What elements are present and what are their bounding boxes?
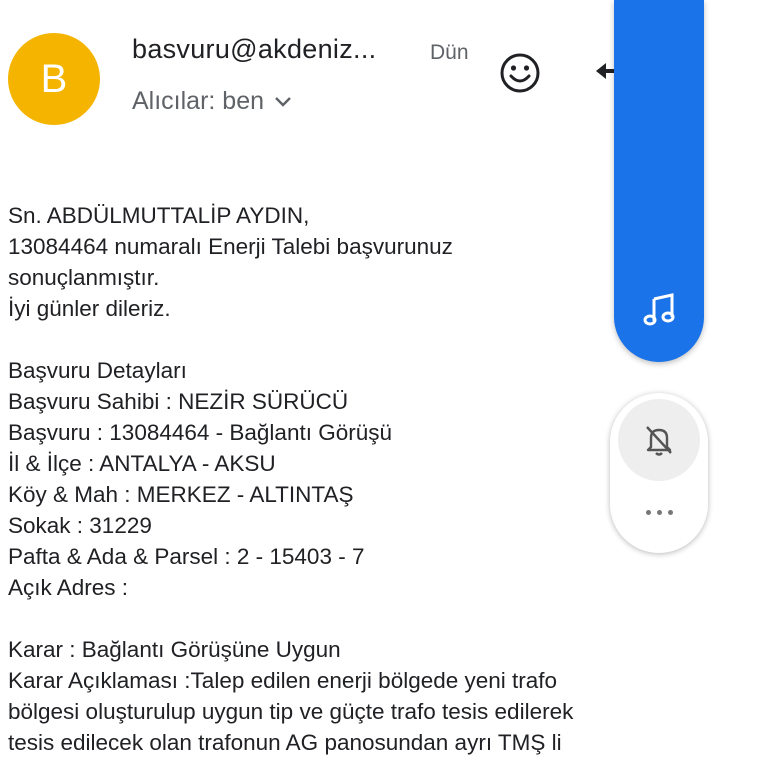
body-line: İl & İlçe : ANTALYA - AKSU — [8, 451, 276, 476]
email-body: Sn. ABDÜLMUTTALİP AYDIN, 13084464 numara… — [8, 200, 698, 758]
received-date: Dün — [430, 41, 469, 64]
avatar-letter: B — [40, 56, 68, 101]
body-line: İyi günler dileriz. — [8, 296, 171, 321]
media-volume-slider[interactable] — [614, 0, 704, 362]
body-line: Sn. ABDÜLMUTTALİP AYDIN, — [8, 203, 310, 228]
body-line: Karar : Bağlantı Görüşüne Uygun — [8, 637, 341, 662]
body-line: bölgesi oluşturulup uygun tip ve güçte t… — [8, 699, 574, 724]
body-line: Pafta & Ada & Parsel : 2 - 15403 - 7 — [8, 544, 365, 569]
more-horizontal-icon[interactable] — [634, 497, 684, 527]
body-line: Başvuru Detayları — [8, 358, 187, 383]
chevron-down-icon — [275, 96, 291, 107]
body-line-blank — [8, 324, 698, 355]
body-line: sonuçlanmıştır. — [8, 265, 160, 290]
body-line: Başvuru Sahibi : NEZİR SÜRÜCÜ — [8, 389, 349, 414]
sender-address[interactable]: basvuru@akdeniz... — [132, 34, 376, 65]
body-line: tesis edilecek olan trafonun AG panosund… — [8, 730, 562, 755]
body-line: Karar Açıklaması :Talep edilen enerji bö… — [8, 668, 558, 693]
body-line: Sokak : 31229 — [8, 513, 152, 538]
body-line: Köy & Mah : MERKEZ - ALTINTAŞ — [8, 482, 354, 507]
smiley-icon[interactable] — [497, 50, 543, 96]
body-line: Açık Adres : — [8, 575, 129, 600]
body-line-blank — [8, 603, 698, 634]
ringer-panel — [610, 393, 708, 553]
sender-avatar[interactable]: B — [8, 33, 100, 125]
body-line: 13084464 numaralı Enerji Talebi başvurun… — [8, 234, 453, 259]
bell-off-icon — [646, 426, 672, 456]
recipients-toggle[interactable]: Alıcılar: ben — [132, 87, 292, 116]
music-note-icon[interactable] — [642, 291, 678, 327]
ringer-toggle[interactable] — [618, 399, 700, 481]
body-line: Başvuru : 13084464 - Bağlantı Görüşü — [8, 420, 392, 445]
recipients-label: Alıcılar: ben — [132, 87, 265, 115]
